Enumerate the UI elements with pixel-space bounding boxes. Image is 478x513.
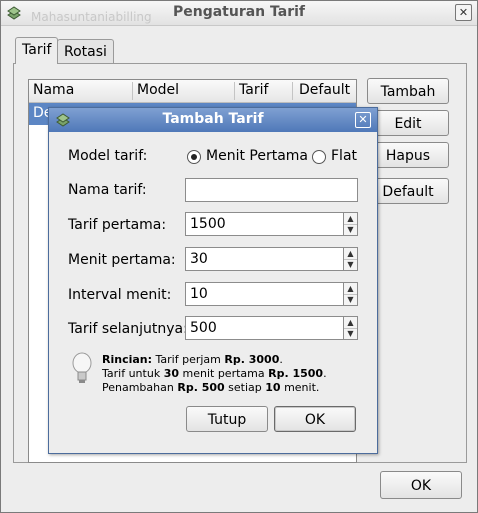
dialog-close-icon[interactable]: ✕	[355, 112, 371, 128]
interval-label: Interval menit:	[68, 287, 172, 303]
column-header-model[interactable]: Model	[137, 82, 179, 98]
model-label: Model tarif:	[68, 148, 148, 164]
first-rate-spinner[interactable]: ▲ ▼	[343, 212, 358, 236]
first-minutes-label: Menit pertama:	[68, 252, 176, 268]
tab-tarif[interactable]: Tarif	[15, 37, 59, 64]
delete-button[interactable]: Hapus	[367, 142, 449, 168]
details-text: Rincian: Tarif perjam Rp. 3000. Tarif un…	[102, 353, 327, 394]
model-option-flat-radio[interactable]	[312, 150, 326, 164]
dialog-title: Tambah Tarif	[162, 111, 264, 127]
window-close-button[interactable]: ✕	[455, 4, 472, 21]
model-option-menit-pertama-radio[interactable]	[187, 150, 201, 164]
add-button[interactable]: Tambah	[367, 78, 449, 104]
model-option-menit-pertama-label[interactable]: Menit Pertama	[206, 148, 308, 164]
add-tariff-dialog: Tambah Tarif ✕ Model tarif: Menit Pertam…	[48, 107, 378, 454]
next-rate-input[interactable]: 500	[185, 316, 344, 340]
dialog-close-button[interactable]: Tutup	[186, 406, 268, 432]
first-minutes-input[interactable]: 30	[185, 247, 344, 271]
interval-spinner[interactable]: ▲ ▼	[343, 282, 358, 306]
name-input[interactable]	[185, 178, 358, 202]
first-minutes-spinner[interactable]: ▲ ▼	[343, 247, 358, 271]
next-rate-spinner[interactable]: ▲ ▼	[343, 316, 358, 340]
window-title: Pengaturan Tarif	[172, 4, 306, 20]
dialog-ok-button[interactable]: OK	[274, 406, 356, 432]
column-header-nama[interactable]: Nama	[33, 82, 74, 98]
lightbulb-icon	[72, 352, 92, 383]
name-label: Nama tarif:	[68, 182, 147, 198]
edit-button[interactable]: Edit	[367, 110, 449, 136]
dialog-titlebar: Tambah Tarif ✕	[49, 108, 377, 132]
model-option-flat-label[interactable]: Flat	[331, 148, 357, 164]
column-header-tarif[interactable]: Tarif	[239, 82, 268, 98]
interval-input[interactable]: 10	[185, 282, 344, 306]
ok-button[interactable]: OK	[380, 471, 462, 499]
default-button[interactable]: Default	[367, 178, 449, 204]
first-rate-label: Tarif pertama:	[68, 217, 167, 233]
table-header: Nama Model Tarif Default	[29, 80, 356, 103]
window-titlebar: Mahasuntaniabilling Pengaturan Tarif ✕	[1, 1, 477, 26]
column-header-default[interactable]: Default	[299, 82, 350, 98]
first-rate-input[interactable]: 1500	[185, 212, 344, 236]
tab-rotasi[interactable]: Rotasi	[57, 39, 114, 64]
next-rate-label: Tarif selanjutnya:	[68, 321, 188, 337]
